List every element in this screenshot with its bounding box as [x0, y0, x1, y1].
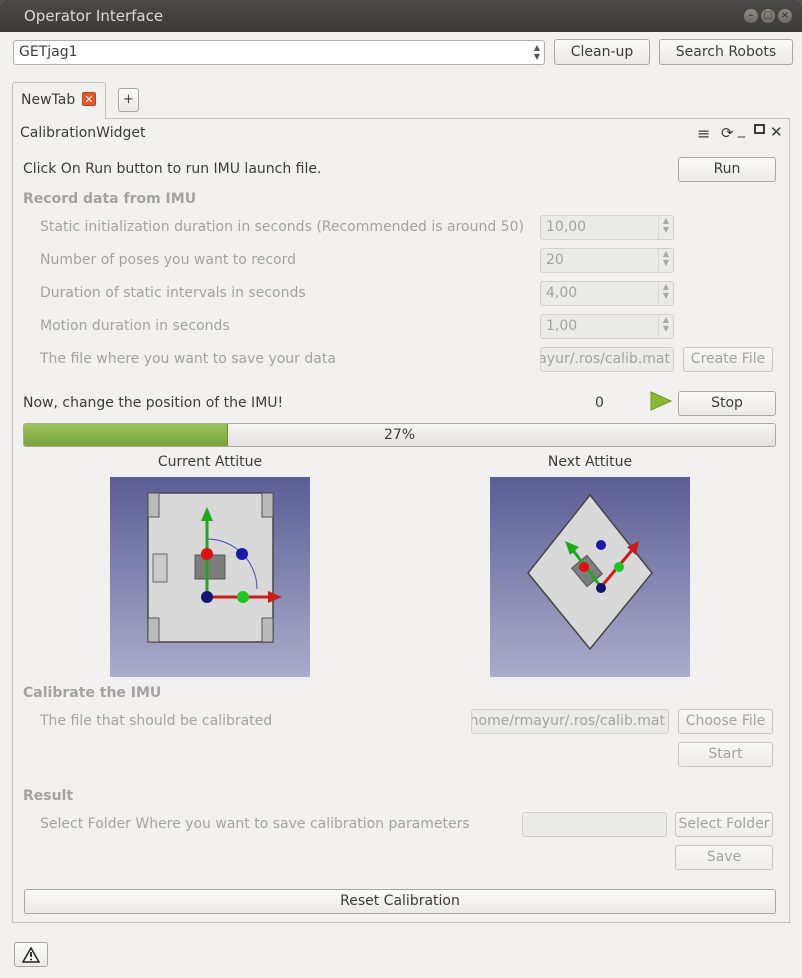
run-button[interactable]: Run: [678, 157, 776, 182]
select-arrows-icon: ▲ ▼: [533, 43, 540, 61]
minimize-icon[interactable]: –: [744, 9, 758, 23]
spin-arrows-icon[interactable]: ▲ ▼: [658, 216, 673, 239]
poses-value: 20: [546, 252, 564, 268]
progress-bar: 27%: [23, 423, 776, 447]
tab-label: NewTab: [21, 92, 76, 108]
robot-select-value: GETjag1: [19, 44, 78, 60]
warning-button[interactable]: [14, 942, 48, 967]
calibrate-file-value: /home/rmayur/.ros/calib.mat: [471, 713, 665, 729]
motion-value: 1,00: [546, 318, 578, 334]
minimize-widget-icon[interactable]: _: [738, 122, 745, 138]
result-folder-label: Select Folder Where you want to save cal…: [40, 816, 470, 832]
imu-board-next-graphic: [527, 493, 653, 651]
stop-button[interactable]: Stop: [678, 391, 776, 416]
save-file-label: The file where you want to save your dat…: [40, 351, 336, 367]
menu-icon[interactable]: ≡: [697, 124, 710, 143]
reset-calibration-button[interactable]: Reset Calibration: [24, 889, 776, 914]
poses-spinbox[interactable]: 20 ▲ ▼: [540, 248, 674, 273]
calibrate-file-label: The file that should be calibrated: [40, 713, 273, 729]
motion-spinbox[interactable]: 1,00 ▲ ▼: [540, 314, 674, 339]
progress-text: 27%: [383, 427, 416, 443]
play-icon: [650, 391, 672, 411]
position-instruction: Now, change the position of the IMU!: [23, 395, 284, 411]
calibrate-section-header: Calibrate the IMU: [23, 685, 162, 701]
tab-newtab[interactable]: NewTab ✕: [12, 82, 106, 119]
search-robots-button[interactable]: Search Robots: [659, 39, 793, 65]
maximize-icon[interactable]: □: [761, 9, 775, 23]
spin-arrows-icon[interactable]: ▲ ▼: [658, 282, 673, 305]
result-section-header: Result: [23, 788, 74, 804]
spin-arrows-icon[interactable]: ▲ ▼: [658, 315, 673, 338]
calibrate-file-input[interactable]: /home/rmayur/.ros/calib.mat: [471, 709, 669, 734]
create-file-button[interactable]: Create File: [683, 347, 773, 372]
save-button[interactable]: Save: [675, 845, 773, 870]
static-init-value: 10,00: [546, 219, 587, 235]
window-title: Operator Interface: [24, 7, 164, 25]
static-init-label: Static initialization duration in second…: [40, 219, 524, 235]
pose-counter: 0: [595, 395, 604, 411]
select-folder-button[interactable]: Select Folder: [675, 812, 773, 837]
run-instruction: Click On Run button to run IMU launch fi…: [23, 161, 322, 177]
current-attitude-image: [110, 477, 310, 677]
robot-select[interactable]: GETjag1 ▲ ▼: [13, 40, 545, 65]
tab-close-icon[interactable]: ✕: [82, 92, 96, 106]
spin-arrows-icon[interactable]: ▲ ▼: [658, 249, 673, 272]
close-icon[interactable]: ×: [778, 9, 792, 23]
title-bar: Operator Interface – □ ×: [0, 0, 802, 32]
result-folder-input[interactable]: [522, 812, 667, 837]
refresh-icon[interactable]: ⟳: [721, 124, 734, 142]
static-interval-label: Duration of static intervals in seconds: [40, 285, 306, 301]
float-widget-icon[interactable]: [754, 124, 765, 134]
next-attitude-label: Next Attitue: [547, 454, 633, 470]
current-attitude-label: Current Attitue: [157, 454, 263, 470]
widget-title: CalibrationWidget: [20, 125, 146, 141]
save-file-value: ayur/.ros/calib.mat: [540, 351, 670, 367]
save-file-input[interactable]: ayur/.ros/calib.mat: [540, 347, 674, 372]
cleanup-button[interactable]: Clean-up: [554, 39, 650, 65]
imu-board-current-graphic: [147, 492, 282, 643]
add-tab-button[interactable]: +: [118, 88, 139, 112]
poses-label: Number of poses you want to record: [40, 252, 296, 268]
motion-label: Motion duration in seconds: [40, 318, 230, 334]
static-interval-value: 4,00: [546, 285, 578, 301]
static-init-spinbox[interactable]: 10,00 ▲ ▼: [540, 215, 674, 240]
warning-icon: [21, 946, 41, 963]
choose-file-button[interactable]: Choose File: [678, 709, 773, 734]
start-button[interactable]: Start: [678, 742, 773, 767]
close-widget-icon[interactable]: ✕: [770, 123, 783, 141]
static-interval-spinbox[interactable]: 4,00 ▲ ▼: [540, 281, 674, 306]
operator-interface-window: Operator Interface – □ × GETjag1 ▲ ▼ Clea…: [0, 0, 802, 978]
next-attitude-image: [490, 477, 690, 677]
record-section-header: Record data from IMU: [23, 191, 197, 207]
